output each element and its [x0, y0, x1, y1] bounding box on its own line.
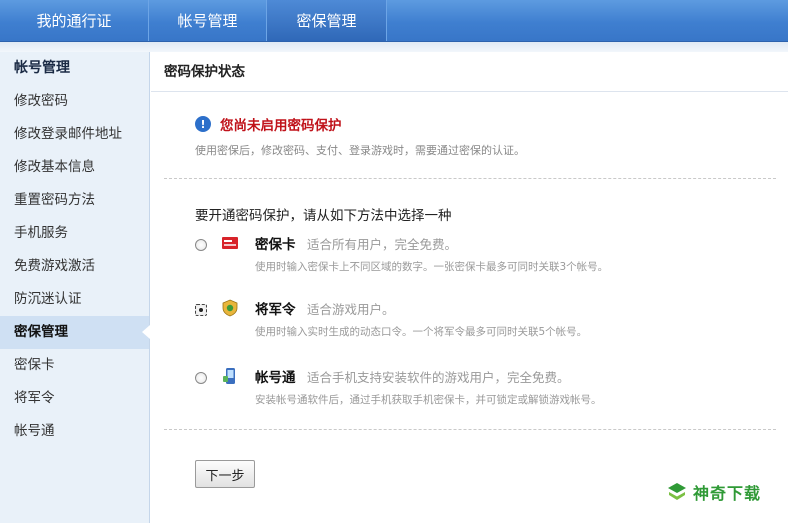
divider: [164, 178, 776, 179]
option-tagline: 适合游戏用户。: [307, 302, 395, 317]
radio-account-pass[interactable]: [195, 372, 207, 384]
sidebar: 帐号管理 修改密码 修改登录邮件地址 修改基本信息 重置密码方法 手机服务 免费…: [0, 52, 150, 523]
next-step-button[interactable]: 下一步: [195, 460, 255, 488]
main-panel: 密码保护状态 ! 您尚未启用密码保护 使用密保后，修改密码、支付、登录游戏时，需…: [151, 52, 788, 523]
option-token: 将军令 适合游戏用户。 使用时输入实时生成的动态口令。一个将军令最多可同时关联5…: [195, 295, 775, 345]
option-description: 安装帐号通软件后，通过手机获取手机密保卡，并可锁定或解锁游戏帐号。: [255, 394, 602, 406]
sidebar-item-game-activation[interactable]: 免费游戏激活: [0, 250, 149, 283]
option-name: 密保卡: [255, 237, 296, 253]
option-description: 使用时输入实时生成的动态口令。一个将军令最多可同时关联5个帐号。: [255, 326, 588, 338]
security-card-icon: [222, 237, 238, 249]
page-title: 密码保护状态: [151, 52, 788, 92]
sidebar-item-change-info[interactable]: 修改基本信息: [0, 151, 149, 184]
option-name: 帐号通: [255, 370, 296, 386]
tab-account-management[interactable]: 帐号管理: [149, 0, 267, 41]
mobile-phone-icon: [223, 368, 235, 384]
sidebar-section-security-active[interactable]: 密保管理: [0, 316, 150, 349]
option-name: 将军令: [255, 302, 296, 318]
watermark: 神奇下载: [666, 480, 761, 504]
sidebar-section-title-account: 帐号管理: [14, 60, 70, 76]
sidebar-item-change-email[interactable]: 修改登录邮件地址: [0, 118, 149, 151]
option-account-pass: 帐号通 适合手机支持安装软件的游戏用户，完全免费。 安装帐号通软件后，通过手机获…: [195, 363, 775, 413]
tab-my-pass[interactable]: 我的通行证: [0, 0, 149, 41]
status-title: 您尚未启用密码保护: [220, 118, 342, 134]
sidebar-item-anti-addiction[interactable]: 防沉迷认证: [0, 283, 149, 316]
sidebar-item-change-password[interactable]: 修改密码: [0, 85, 149, 118]
token-shield-icon: [222, 299, 238, 317]
divider: [164, 429, 776, 430]
option-description: 使用时输入密保卡上不同区域的数字。一张密保卡最多可同时关联3个帐号。: [255, 261, 609, 273]
radio-token[interactable]: [195, 304, 207, 316]
option-tagline: 适合手机支持安装软件的游戏用户，完全免费。: [307, 370, 570, 385]
top-nav: 我的通行证 帐号管理 密保管理: [0, 0, 788, 42]
radio-security-card[interactable]: [195, 239, 207, 251]
info-icon: !: [195, 116, 211, 132]
sidebar-item-reset-password[interactable]: 重置密码方法: [0, 184, 149, 217]
sidebar-item-token[interactable]: 将军令: [0, 382, 149, 415]
watermark-text: 神奇下载: [693, 484, 762, 503]
protection-status: ! 您尚未启用密码保护 使用密保后，修改密码、支付、登录游戏时，需要通过密保的认…: [195, 114, 525, 158]
nav-underline-strip: [0, 42, 788, 52]
sidebar-item-mobile-service[interactable]: 手机服务: [0, 217, 149, 250]
sidebar-item-account-pass[interactable]: 帐号通: [0, 415, 149, 448]
watermark-logo-icon: [668, 483, 686, 500]
sidebar-item-security-card[interactable]: 密保卡: [0, 349, 149, 382]
status-description: 使用密保后，修改密码、支付、登录游戏时，需要通过密保的认证。: [195, 144, 525, 157]
option-security-card: 密保卡 适合所有用户，完全免费。 使用时输入密保卡上不同区域的数字。一张密保卡最…: [195, 230, 775, 280]
option-tagline: 适合所有用户，完全免费。: [307, 237, 458, 252]
choose-method-text: 要开通密码保护，请从如下方法中选择一种: [195, 208, 452, 224]
tab-security-management[interactable]: 密保管理: [267, 0, 387, 41]
